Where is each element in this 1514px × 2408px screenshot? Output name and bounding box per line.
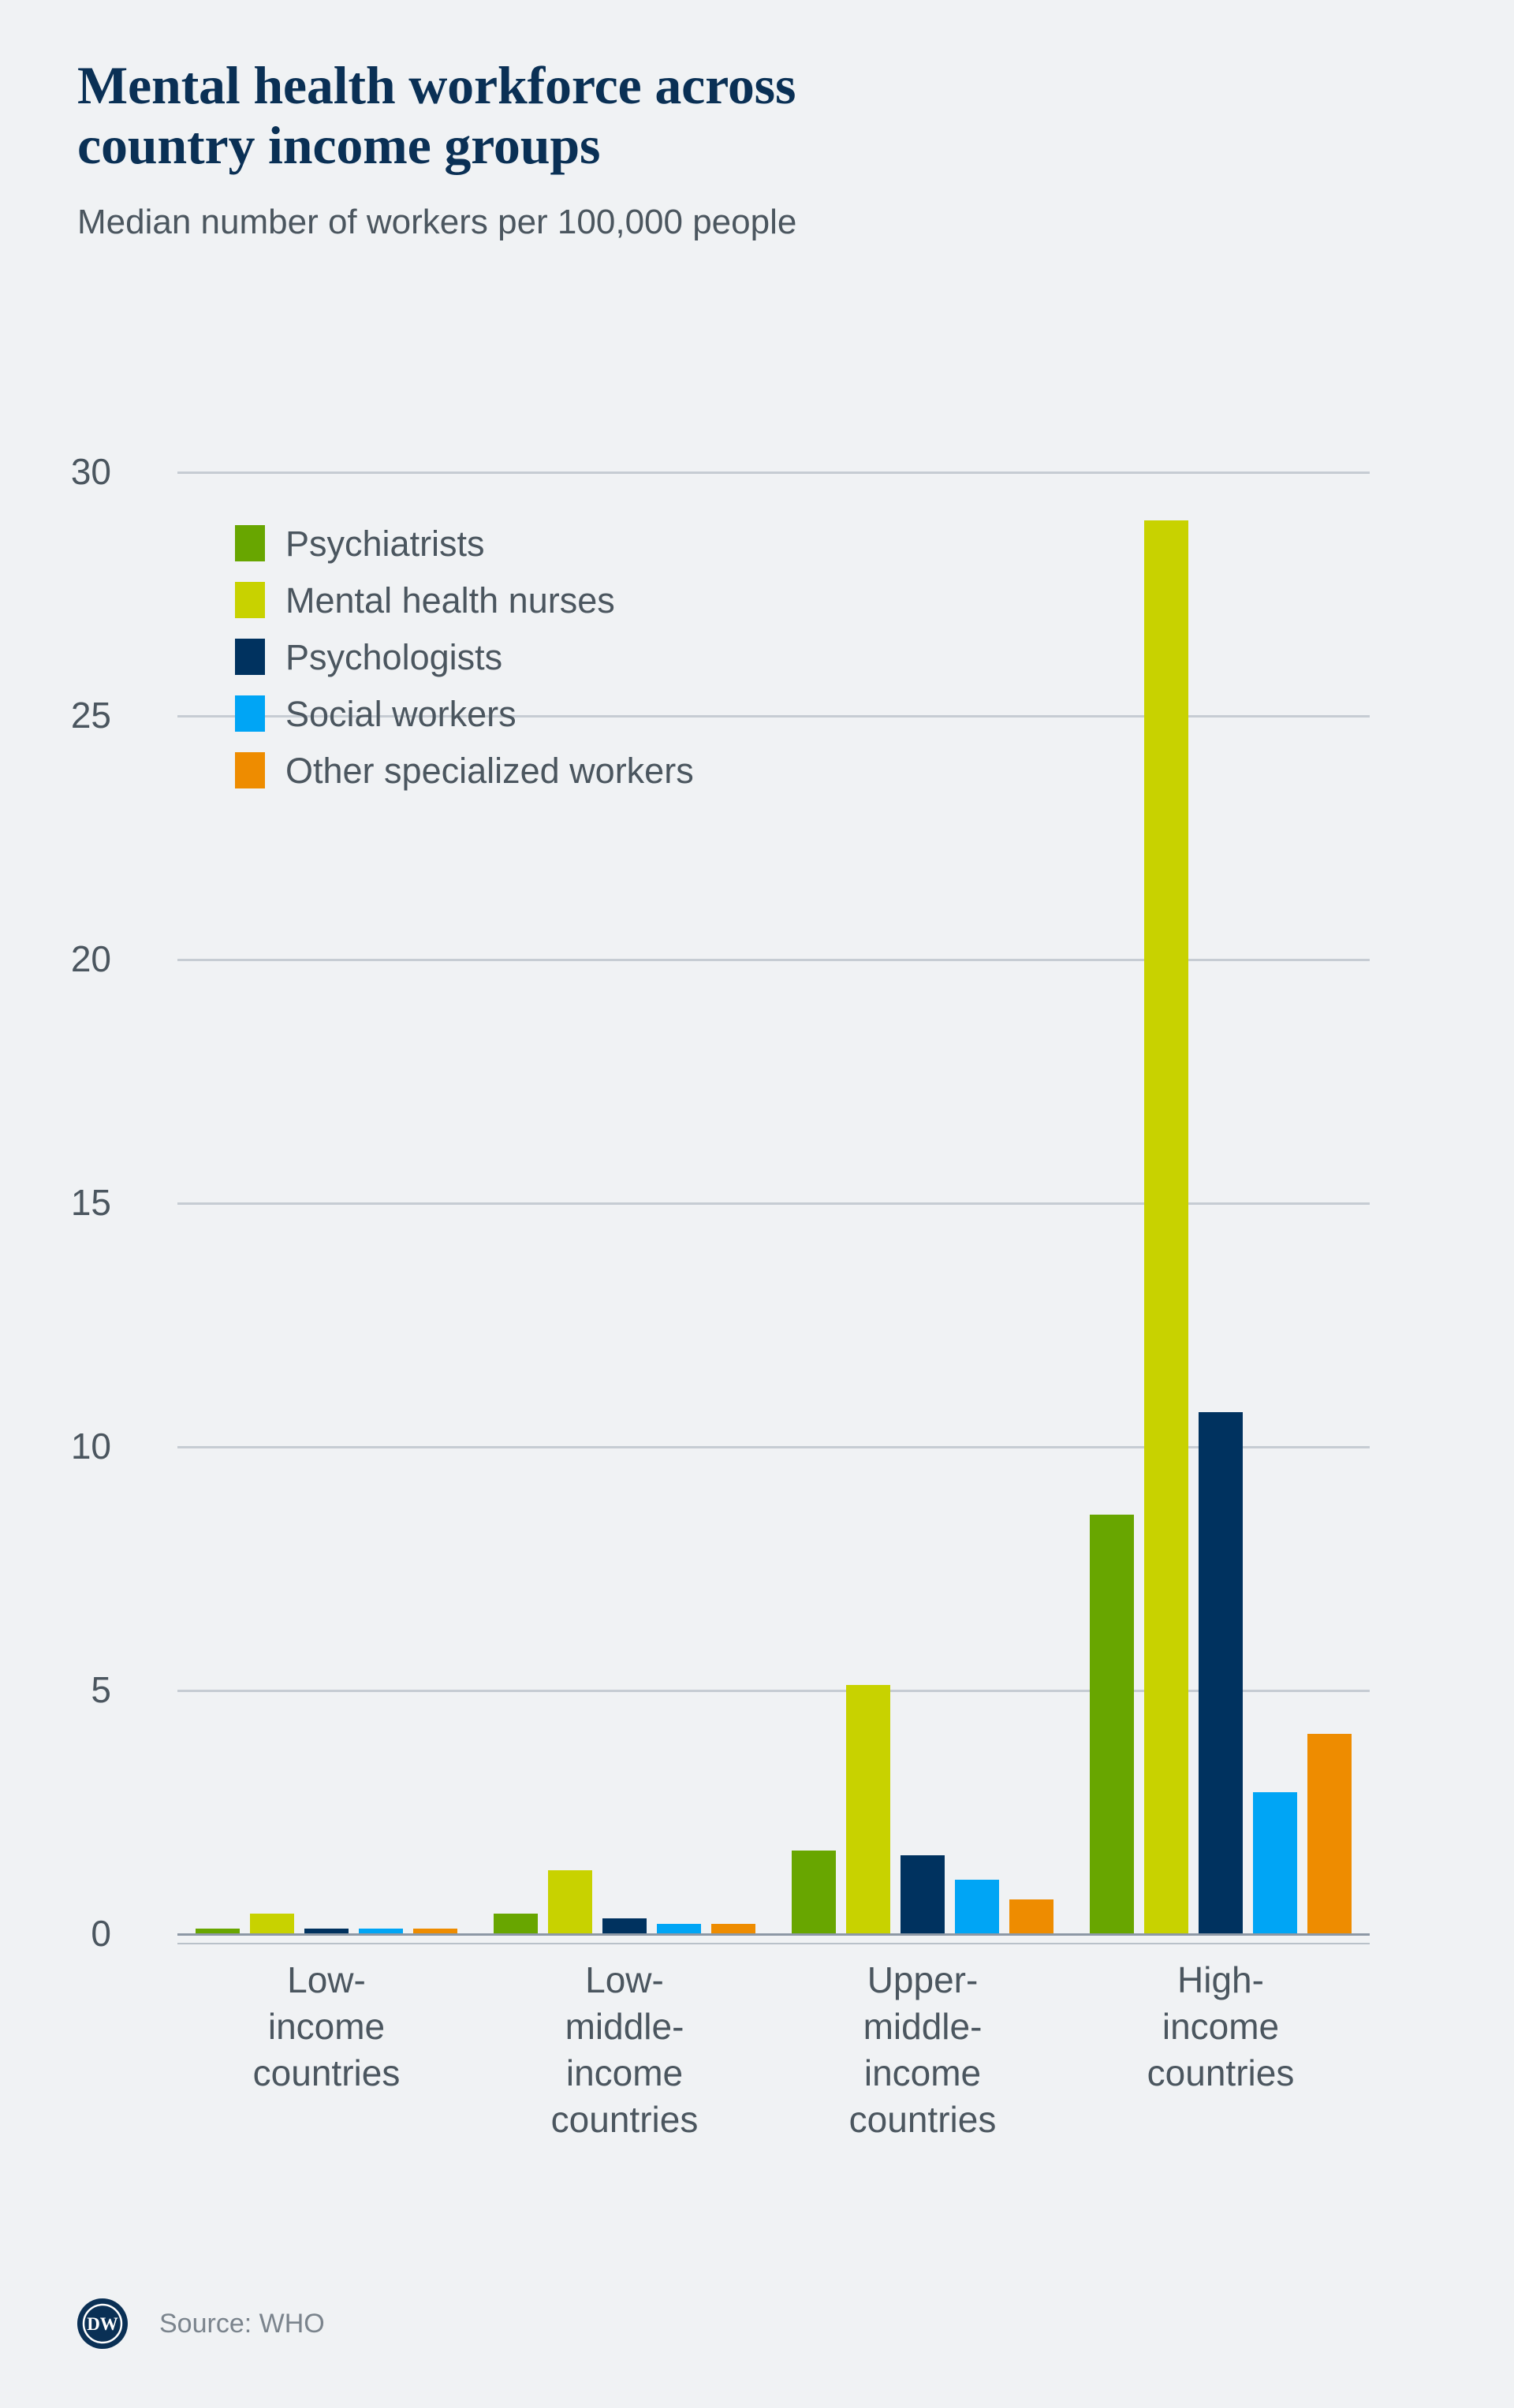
legend-swatch-icon <box>235 695 265 732</box>
bar-1-3[interactable] <box>657 1923 701 1933</box>
x-axis-labels: Low- income countries Low- middle- income… <box>177 1957 1370 2143</box>
y-tick-label-5: 5 <box>91 1669 111 1710</box>
legend-item-4[interactable]: Other specialized workers <box>235 751 694 790</box>
y-tick-label-25: 25 <box>70 695 111 736</box>
y-tick-label-15: 15 <box>70 1182 111 1223</box>
bar-2-0[interactable] <box>792 1850 836 1933</box>
legend-label: Other specialized workers <box>285 750 694 791</box>
x-axis-label-3: High- income countries <box>1147 1959 1295 2093</box>
bar-chart: 0 5 10 15 20 25 30 Psychiatrists Mental health … <box>0 0 1514 2408</box>
x-axis-label-0: Low- income countries <box>252 1959 401 2093</box>
x-axis-line <box>177 1933 1370 1936</box>
legend-swatch-icon <box>235 752 265 788</box>
legend-swatch-icon <box>235 582 265 618</box>
infographic-root: Mental health workforce across country i… <box>0 0 1514 2408</box>
source-label: Source: WHO <box>159 2309 325 2339</box>
bar-2-1[interactable] <box>846 1684 890 1933</box>
bar-1-4[interactable] <box>711 1923 755 1933</box>
legend-label: Psychologists <box>285 636 503 677</box>
legend-item-0[interactable]: Psychiatrists <box>235 524 694 563</box>
svg-text:DW: DW <box>87 2314 118 2334</box>
y-tick-label-10: 10 <box>70 1426 111 1467</box>
bar-1-1[interactable] <box>548 1869 592 1933</box>
bar-0-2[interactable] <box>304 1928 349 1933</box>
legend-label: Social workers <box>285 693 516 734</box>
y-tick-label-20: 20 <box>70 938 111 979</box>
bar-3-3[interactable] <box>1253 1791 1297 1933</box>
bar-2-4[interactable] <box>1009 1899 1053 1933</box>
bar-2-2[interactable] <box>901 1855 945 1933</box>
bar-1-0[interactable] <box>494 1914 538 1933</box>
bar-0-4[interactable] <box>413 1928 457 1933</box>
legend-swatch-icon <box>235 639 265 675</box>
bar-3-0[interactable] <box>1090 1514 1134 1933</box>
bar-3-1[interactable] <box>1144 520 1188 1933</box>
bar-0-3[interactable] <box>359 1928 403 1933</box>
legend-item-2[interactable]: Psychologists <box>235 637 694 677</box>
footer: DW Source: WHO <box>77 2298 325 2349</box>
x-axis-label-2: Upper- middle- income countries <box>848 1959 997 2140</box>
legend-item-3[interactable]: Social workers <box>235 694 694 733</box>
bar-2-3[interactable] <box>955 1880 999 1933</box>
dw-logo-icon: DW <box>77 2298 128 2349</box>
x-axis-line-secondary <box>177 1943 1370 1944</box>
legend-label: Mental health nurses <box>285 580 615 621</box>
y-tick-label-30: 30 <box>70 451 111 492</box>
bar-3-2[interactable] <box>1199 1411 1243 1933</box>
legend-swatch-icon <box>235 525 265 561</box>
bar-group-2 <box>774 472 1072 1933</box>
x-axis-label-1: Low- middle- income countries <box>550 1959 699 2140</box>
bar-1-2[interactable] <box>602 1918 647 1933</box>
y-tick-label-0: 0 <box>91 1913 111 1954</box>
bar-3-4[interactable] <box>1307 1733 1352 1933</box>
bar-0-1[interactable] <box>250 1914 294 1933</box>
bar-0-0[interactable] <box>196 1928 240 1933</box>
legend-label: Psychiatrists <box>285 523 485 564</box>
bar-group-3 <box>1072 472 1370 1933</box>
legend-item-1[interactable]: Mental health nurses <box>235 580 694 620</box>
chart-legend: Psychiatrists Mental health nurses Psychol… <box>235 524 694 790</box>
